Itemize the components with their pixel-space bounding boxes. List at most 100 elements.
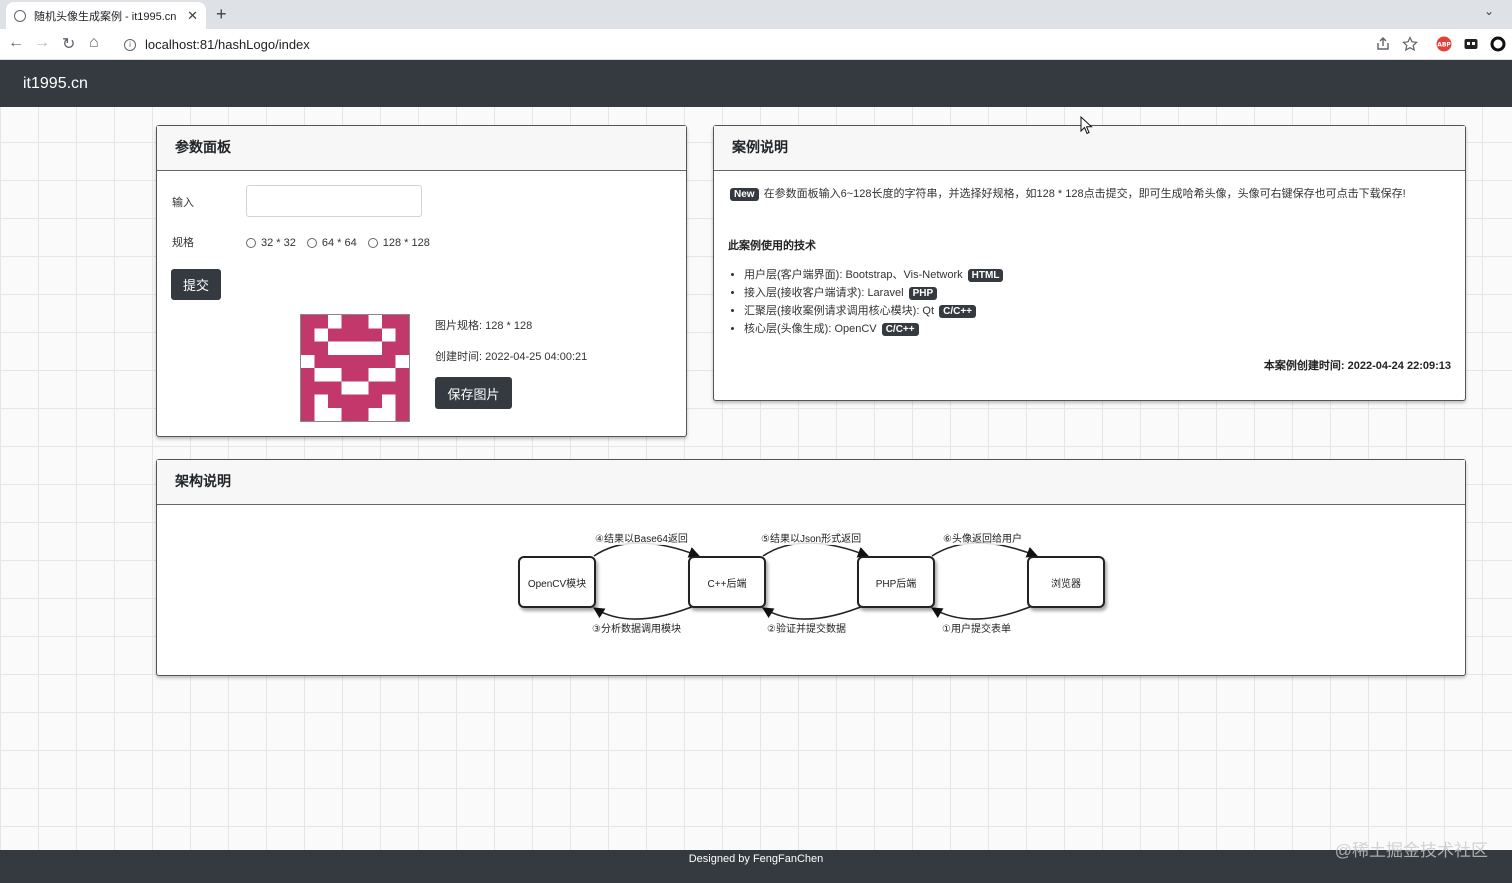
spec-radio-32[interactable]: 32 * 32 bbox=[246, 237, 296, 249]
edge-label-6: ⑥头像返回给用户 bbox=[943, 530, 1022, 545]
edge-validate-arrow bbox=[762, 603, 869, 620]
tech-badge: C/C++ bbox=[939, 305, 977, 318]
site-info-icon[interactable]: i bbox=[124, 38, 136, 51]
list-item: 接入层(接收客户端请求): Laravel PHP bbox=[744, 284, 1005, 302]
avatar-pixel bbox=[314, 381, 328, 395]
url-text: localhost:81/hashLogo/index bbox=[145, 37, 310, 52]
avatar-pixel bbox=[368, 381, 382, 395]
avatar-pixel bbox=[301, 394, 315, 408]
avatar-pixel bbox=[382, 354, 396, 368]
reload-icon[interactable]: ↻ bbox=[62, 34, 75, 54]
tab-search-icon[interactable]: ⌄ bbox=[1484, 4, 1494, 18]
avatar-pixel bbox=[382, 381, 396, 395]
submit-button[interactable]: 提交 bbox=[171, 269, 221, 300]
avatar-pixel bbox=[355, 315, 369, 329]
edge-label-1: ①用户提交表单 bbox=[942, 620, 1011, 635]
browser-tab-strip: 随机头像生成案例 - it1995.cn ✕ + ⌄ bbox=[0, 0, 1512, 29]
edge-label-3: ③分析数据调用模块 bbox=[592, 620, 681, 635]
spec-radio-group: 32 * 32 64 * 64 128 * 128 bbox=[246, 237, 441, 249]
avatar-pixel bbox=[301, 341, 315, 355]
tab-title: 随机头像生成案例 - it1995.cn bbox=[34, 10, 177, 23]
tech-badge: HTML bbox=[967, 269, 1004, 282]
tech-item-text: 接入层(接收客户端请求): Laravel bbox=[744, 287, 904, 299]
node-cpp-backend[interactable]: C++后端 bbox=[688, 556, 766, 608]
avatar-pixel bbox=[395, 368, 409, 382]
edge-label-4: ④结果以Base64返回 bbox=[595, 530, 688, 545]
bookmark-star-icon[interactable] bbox=[1402, 36, 1418, 52]
params-card: 参数面板 输入 规格 32 * 32 64 * 64 128 * 128 提交 … bbox=[156, 125, 687, 437]
tech-item-text: 用户层(客户端界面): Bootstrap、Vis-Network bbox=[744, 269, 963, 281]
spec-radio-64[interactable]: 64 * 64 bbox=[306, 237, 357, 249]
image-spec-text: 图片规格: 128 * 128 bbox=[435, 320, 533, 332]
list-item: 核心层(头像生成): OpenCV C/C++ bbox=[744, 320, 1005, 338]
avatar-pixel bbox=[355, 354, 369, 368]
home-icon[interactable]: ⌂ bbox=[89, 34, 99, 52]
node-opencv[interactable]: OpenCV模块 bbox=[518, 556, 596, 608]
description-text: 在参数面板输入6~128长度的字符串，并选择好规格，如128 * 128点击提交… bbox=[763, 188, 1406, 200]
avatar-pixel bbox=[395, 341, 409, 355]
profile-icon[interactable] bbox=[1490, 36, 1506, 52]
site-footer: Designed by FengFanChen bbox=[0, 850, 1512, 883]
avatar-pixel bbox=[355, 394, 369, 408]
text-input[interactable] bbox=[246, 185, 422, 217]
node-php-backend[interactable]: PHP后端 bbox=[857, 556, 935, 608]
address-bar[interactable]: i localhost:81/hashLogo/index bbox=[118, 33, 1373, 56]
architecture-edges bbox=[593, 542, 1039, 620]
tech-list: 用户层(客户端界面): Bootstrap、Vis-Network HTML 接… bbox=[744, 266, 1005, 338]
spec-option-label: 128 * 128 bbox=[382, 237, 430, 249]
edge-submit-arrow bbox=[931, 603, 1038, 620]
input-label: 输入 bbox=[172, 197, 194, 209]
new-tab-button[interactable]: + bbox=[216, 4, 227, 25]
avatar-pixel bbox=[301, 315, 315, 329]
extension-icon[interactable] bbox=[1463, 36, 1479, 52]
spec-label: 规格 bbox=[172, 237, 194, 249]
tech-badge: C/C++ bbox=[881, 323, 919, 336]
radio-icon bbox=[306, 238, 317, 248]
share-icon[interactable] bbox=[1375, 36, 1391, 52]
browser-tab[interactable]: 随机头像生成案例 - it1995.cn ✕ bbox=[6, 2, 206, 29]
case-card: 案例说明 New 在参数面板输入6~128长度的字符串，并选择好规格，如128 … bbox=[713, 125, 1466, 401]
avatar-pixel bbox=[341, 354, 355, 368]
avatar-pixel bbox=[328, 394, 342, 408]
adblock-icon[interactable]: ABP bbox=[1436, 36, 1452, 52]
back-icon[interactable]: ← bbox=[8, 34, 24, 52]
forward-icon[interactable]: → bbox=[34, 34, 50, 52]
hash-avatar-image[interactable] bbox=[300, 314, 410, 422]
params-card-title: 参数面板 bbox=[157, 126, 686, 171]
avatar-pixel bbox=[368, 328, 382, 342]
avatar-pixel bbox=[395, 315, 409, 329]
globe-icon bbox=[14, 9, 26, 22]
tech-heading: 此案例使用的技术 bbox=[728, 240, 816, 252]
avatar-pixel bbox=[341, 368, 355, 382]
avatar-pixel bbox=[355, 407, 369, 421]
created-time-text: 创建时间: 2022-04-25 04:00:21 bbox=[435, 351, 588, 363]
tab-close-icon[interactable]: ✕ bbox=[187, 8, 198, 24]
case-description: New 在参数面板输入6~128长度的字符串，并选择好规格，如128 * 128… bbox=[728, 186, 1448, 203]
brand-link[interactable]: it1995.cn bbox=[23, 75, 88, 93]
avatar-pixel bbox=[314, 341, 328, 355]
architecture-card: 架构说明 OpenCV模块 C++后端 PHP后端 浏览器 ④结果以Base64… bbox=[156, 459, 1466, 676]
page-body: it1995.cn 参数面板 输入 规格 32 * 32 64 * 64 128… bbox=[0, 60, 1512, 883]
tech-item-text: 核心层(头像生成): OpenCV bbox=[744, 323, 877, 335]
avatar-pixel bbox=[395, 381, 409, 395]
avatar-pixel bbox=[341, 394, 355, 408]
spec-option-label: 64 * 64 bbox=[321, 237, 357, 249]
avatar-pixel bbox=[328, 354, 342, 368]
avatar-pixel bbox=[328, 381, 342, 395]
spec-radio-128[interactable]: 128 * 128 bbox=[367, 237, 430, 249]
avatar-pixel bbox=[355, 368, 369, 382]
avatar-pixel bbox=[301, 407, 315, 421]
avatar-pixel bbox=[301, 368, 315, 382]
node-browser[interactable]: 浏览器 bbox=[1027, 556, 1105, 608]
save-image-button[interactable]: 保存图片 bbox=[435, 377, 512, 409]
case-created-time: 本案例创建时间: 2022-04-24 22:09:13 bbox=[1263, 360, 1451, 372]
avatar-pixel bbox=[382, 315, 396, 329]
avatar-pixel bbox=[368, 354, 382, 368]
watermark-text: @稀土掘金技术社区 bbox=[1334, 841, 1488, 860]
avatar-pixel bbox=[368, 394, 382, 408]
avatar-pixel bbox=[314, 315, 328, 329]
browser-toolbar: ← → ↻ ⌂ i localhost:81/hashLogo/index AB… bbox=[0, 29, 1512, 60]
footer-text: Designed by FengFanChen bbox=[688, 853, 824, 865]
avatar-pixel bbox=[328, 328, 342, 342]
avatar-pixel bbox=[355, 328, 369, 342]
